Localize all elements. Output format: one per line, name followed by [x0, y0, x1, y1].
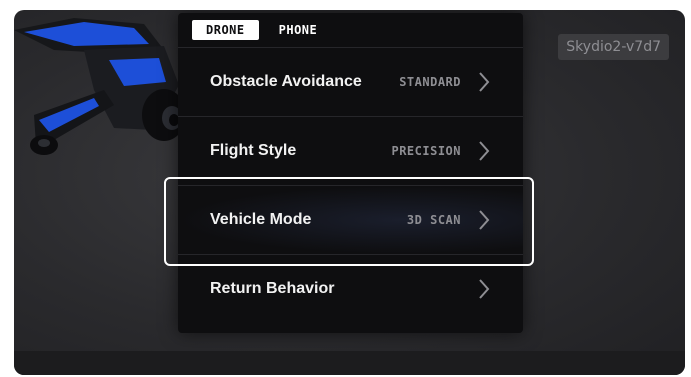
app-screen: Skydio2-v7d7 DRONE PHONE Obstacle Avoida…	[14, 10, 685, 375]
chevron-right-icon	[479, 210, 490, 230]
chevron-right-icon	[479, 141, 490, 161]
chevron-right-icon	[479, 279, 490, 299]
setting-label: Obstacle Avoidance	[210, 73, 362, 90]
setting-value: PRECISION	[391, 144, 461, 158]
setting-value: STANDARD	[399, 75, 461, 89]
bottom-bar	[14, 351, 685, 375]
setting-label: Vehicle Mode	[210, 211, 312, 228]
setting-label: Flight Style	[210, 142, 297, 159]
setting-label: Return Behavior	[210, 280, 335, 297]
setting-value: 3D SCAN	[406, 213, 461, 227]
setting-row-obstacle-avoidance[interactable]: Obstacle Avoidance STANDARD	[178, 48, 523, 117]
setting-row-return-behavior[interactable]: Return Behavior	[178, 255, 523, 323]
setting-row-flight-style[interactable]: Flight Style PRECISION	[178, 117, 523, 186]
setting-row-vehicle-mode[interactable]: Vehicle Mode 3D SCAN	[178, 186, 523, 255]
device-name-badge: Skydio2-v7d7	[558, 34, 669, 60]
chevron-right-icon	[479, 72, 490, 92]
settings-panel: DRONE PHONE Obstacle Avoidance STANDARD …	[178, 13, 523, 333]
tab-drone[interactable]: DRONE	[192, 20, 259, 40]
tab-bar: DRONE PHONE	[178, 13, 523, 48]
tab-phone[interactable]: PHONE	[265, 20, 332, 40]
